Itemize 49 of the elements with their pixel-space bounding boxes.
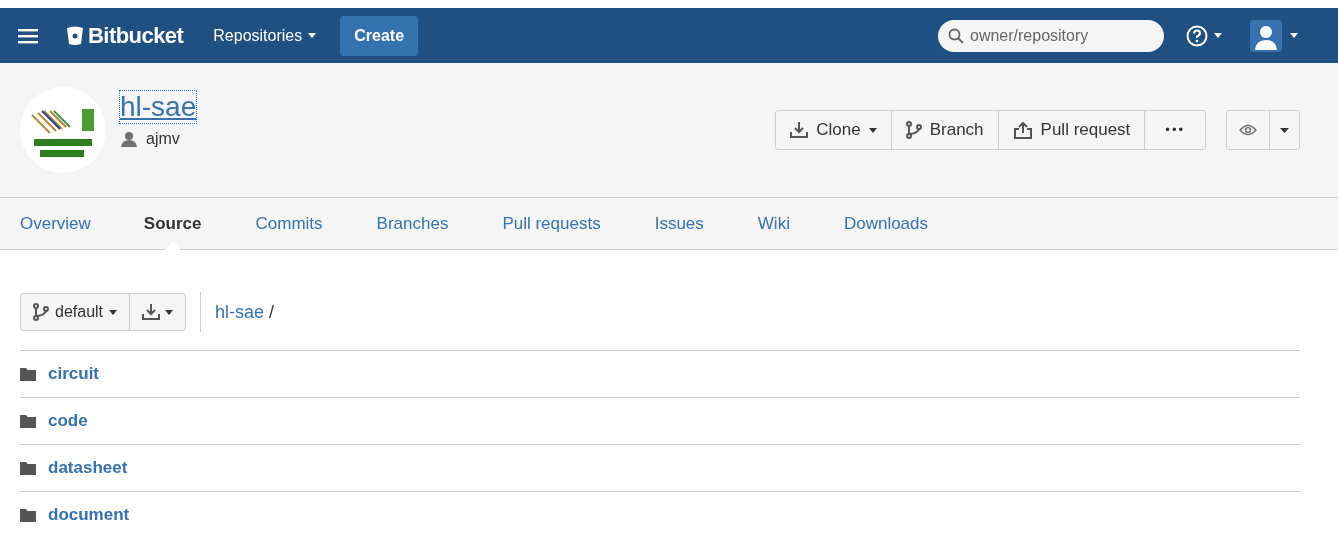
account-menu[interactable] <box>1250 19 1298 52</box>
bucket-icon <box>66 25 84 46</box>
folder-icon <box>20 414 36 428</box>
help-icon <box>1186 24 1208 47</box>
download-icon <box>142 303 161 321</box>
repository-name[interactable]: hl-sae <box>120 91 197 123</box>
breadcrumb-link[interactable]: hl-sae <box>215 298 265 326</box>
nav-tab[interactable]: Pull requests <box>502 198 601 249</box>
caret-icon <box>308 33 317 38</box>
create-button[interactable]: Create <box>340 15 419 56</box>
owner-name[interactable]: ajmv <box>146 127 180 151</box>
branch-icon <box>33 303 49 321</box>
nav-tab[interactable]: Branches <box>376 198 449 249</box>
nav-tab[interactable]: Overview <box>20 198 91 249</box>
folder-link[interactable]: code <box>48 408 88 434</box>
nav-tab[interactable]: Issues <box>654 198 704 249</box>
folder-icon <box>20 461 36 475</box>
nav-tab[interactable]: Wiki <box>757 198 790 249</box>
clone-button[interactable]: Clone <box>776 111 892 149</box>
branch-icon <box>905 121 922 139</box>
breadcrumb-separator: / <box>269 300 275 324</box>
help-menu[interactable] <box>1186 24 1222 47</box>
search-field[interactable]: owner/repository <box>938 19 1164 52</box>
caret-icon <box>868 127 877 133</box>
branch-button[interactable]: Branch <box>891 111 999 149</box>
upload-icon <box>1012 121 1033 139</box>
more-button[interactable]: ••• <box>1145 111 1205 149</box>
folder-icon <box>20 508 36 522</box>
eye-icon <box>1239 124 1257 136</box>
nav-tab[interactable]: Downloads <box>843 198 929 249</box>
folder-link[interactable]: document <box>48 502 130 528</box>
folder-link[interactable]: datasheet <box>48 455 128 481</box>
download-icon <box>790 121 809 139</box>
caret-icon <box>1214 33 1222 38</box>
nav-tab[interactable]: Commits <box>255 198 323 249</box>
caret-icon <box>1290 33 1298 38</box>
menu-icon[interactable] <box>18 27 38 44</box>
pull-request-button[interactable]: Pull request <box>998 111 1146 149</box>
brand-logo[interactable]: Bitbucket <box>88 19 184 52</box>
nav-tab[interactable]: Source <box>143 198 202 249</box>
user-icon <box>120 131 138 147</box>
caret-icon <box>109 309 118 315</box>
folder-link[interactable]: circuit <box>48 361 100 387</box>
avatar-icon <box>1250 19 1282 52</box>
search-icon <box>948 27 964 44</box>
caret-icon <box>1280 127 1289 133</box>
repositories-menu[interactable]: Repositories <box>213 23 317 48</box>
caret-icon <box>165 309 174 315</box>
folder-icon <box>20 367 36 381</box>
